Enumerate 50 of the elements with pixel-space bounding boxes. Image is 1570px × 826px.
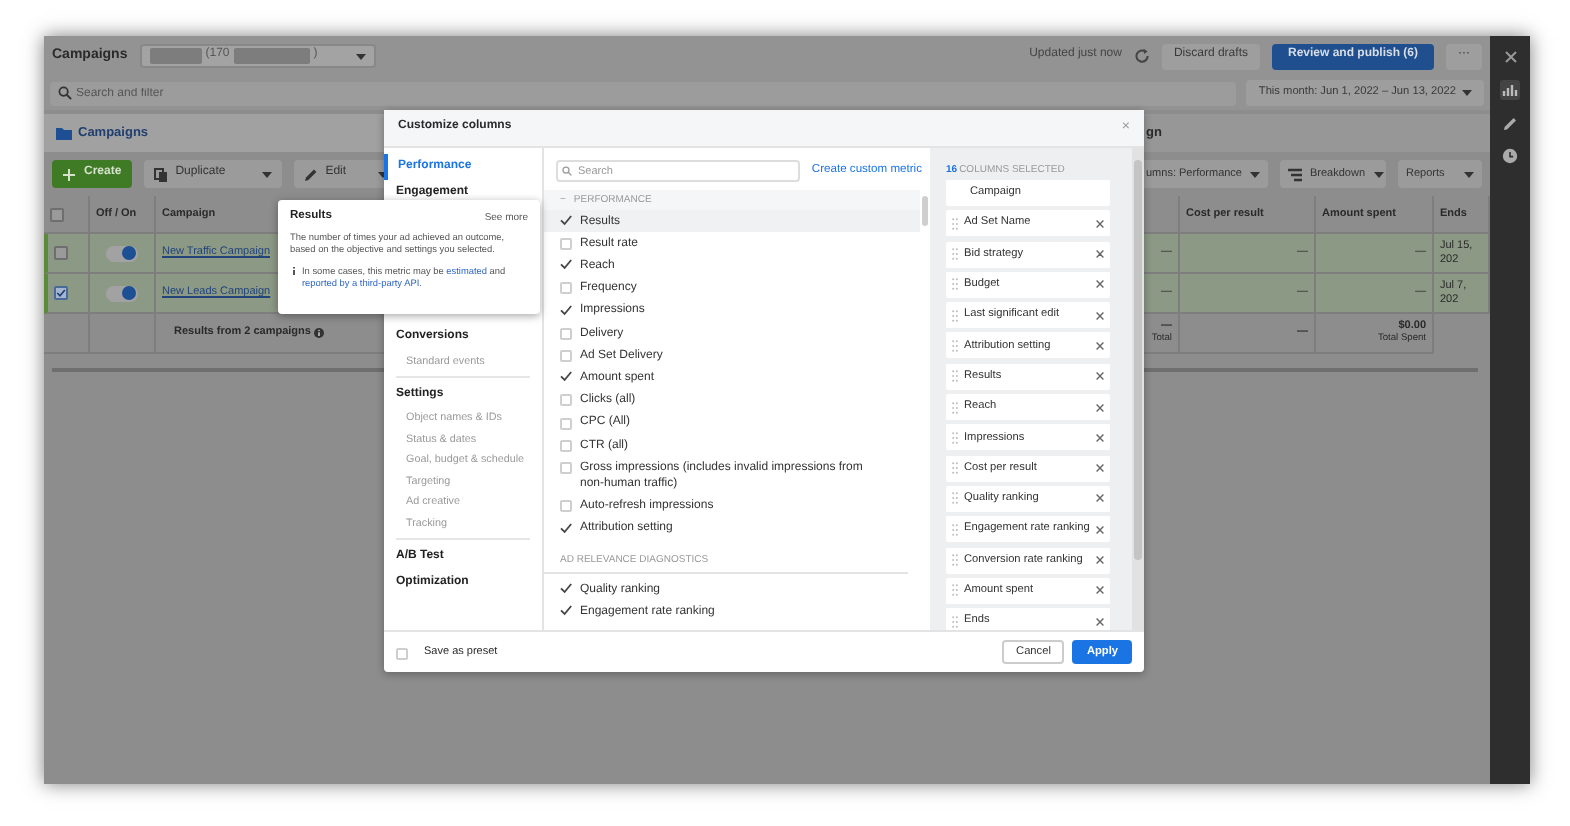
- remove-icon[interactable]: [1096, 556, 1104, 565]
- info-icon: [314, 328, 325, 338]
- remove-icon[interactable]: [1096, 586, 1104, 595]
- caret-icon: [1462, 90, 1472, 96]
- clock-icon[interactable]: [1502, 148, 1518, 164]
- remove-icon[interactable]: [1096, 311, 1104, 320]
- checkbox[interactable]: [50, 207, 64, 221]
- caret-icon: [378, 171, 389, 177]
- close-icon[interactable]: [1503, 50, 1517, 64]
- plus-icon: [62, 167, 76, 181]
- toggle-switch[interactable]: [106, 285, 138, 301]
- search-icon: [58, 86, 72, 100]
- checkbox[interactable]: [560, 521, 572, 534]
- remove-icon[interactable]: [1096, 341, 1104, 350]
- remove-icon[interactable]: [1096, 494, 1104, 503]
- info-icon: [290, 265, 298, 275]
- caret-icon: [355, 53, 366, 59]
- checkbox[interactable]: [560, 303, 572, 316]
- caret-icon: [261, 171, 272, 177]
- remove-icon[interactable]: [1096, 617, 1104, 626]
- redaction: [233, 48, 310, 64]
- remove-icon[interactable]: [1096, 280, 1104, 289]
- remove-icon[interactable]: [1096, 464, 1104, 473]
- pencil-icon[interactable]: [1502, 116, 1518, 132]
- remove-icon[interactable]: [1096, 433, 1104, 442]
- caret-icon: [1464, 171, 1474, 177]
- checkbox[interactable]: [560, 214, 572, 226]
- toggle-switch[interactable]: [106, 245, 138, 261]
- remove-icon[interactable]: [1096, 403, 1104, 412]
- remove-icon[interactable]: [1096, 525, 1104, 534]
- caret-icon: [1373, 171, 1384, 177]
- search-icon: [562, 166, 572, 176]
- scrollbar-thumb: [922, 196, 928, 226]
- chart-icon[interactable]: [1500, 80, 1520, 100]
- checkbox[interactable]: [560, 582, 572, 595]
- refresh-icon[interactable]: [1133, 48, 1150, 64]
- row-checkbox[interactable]: [54, 286, 68, 300]
- list-icon: [1288, 167, 1302, 181]
- checkbox[interactable]: [560, 604, 572, 617]
- pencil-icon: [303, 167, 318, 181]
- checkbox[interactable]: [560, 258, 572, 271]
- checkbox[interactable]: [560, 370, 572, 383]
- caret-icon: [1250, 171, 1260, 177]
- remove-icon[interactable]: [1096, 250, 1104, 259]
- redaction: [149, 48, 202, 64]
- copy-icon: [153, 167, 168, 181]
- folder-icon: [56, 126, 72, 140]
- row-checkbox[interactable]: [54, 246, 68, 260]
- remove-icon[interactable]: [1096, 219, 1104, 228]
- remove-icon[interactable]: [1096, 372, 1104, 381]
